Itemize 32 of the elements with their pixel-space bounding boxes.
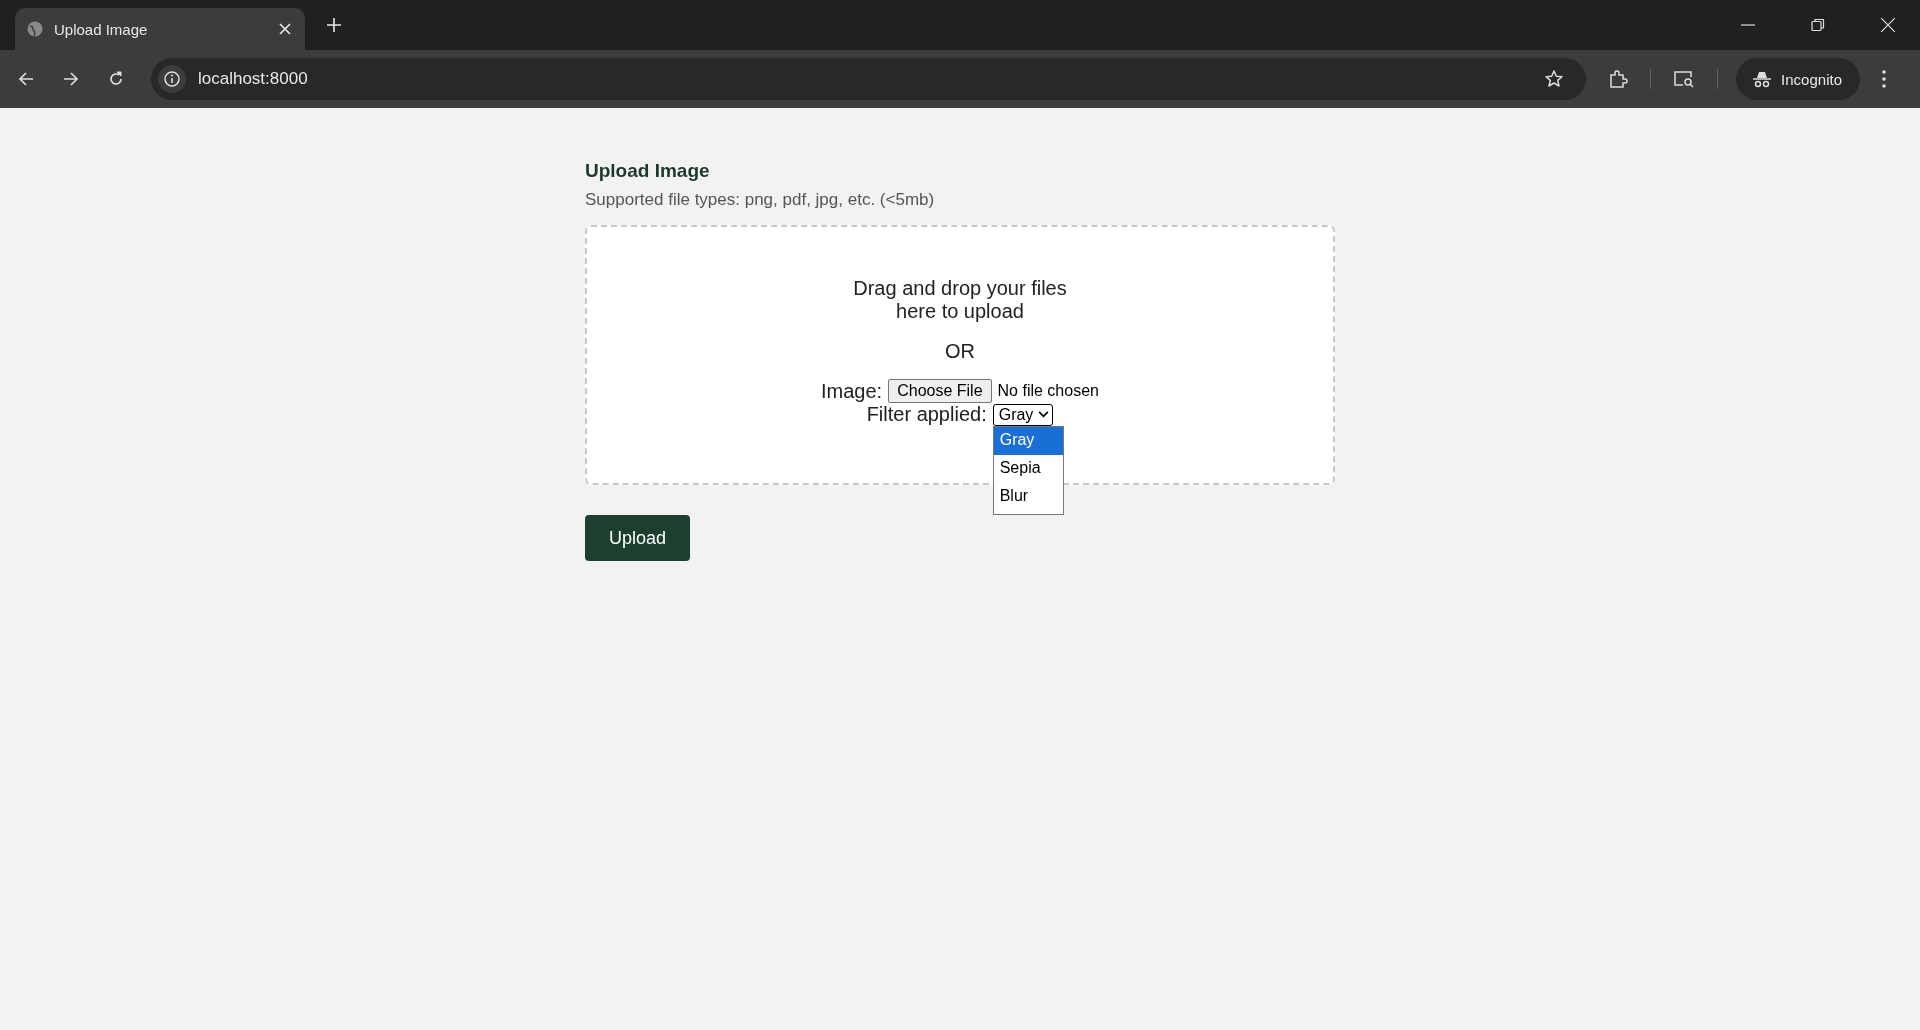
- browser-tab[interactable]: Upload Image: [15, 8, 305, 50]
- restore-icon[interactable]: [1811, 18, 1825, 32]
- filter-select[interactable]: Gray: [992, 403, 1054, 426]
- chevron-icon: [1038, 411, 1050, 418]
- puzzle-icon[interactable]: [1608, 69, 1629, 89]
- globe-icon: [27, 21, 43, 37]
- dropdown-option[interactable]: Blur: [993, 482, 1063, 511]
- menu-icon[interactable]: [1882, 70, 1886, 88]
- incognito-icon: [1752, 70, 1773, 88]
- new-tab-icon[interactable]: [327, 18, 341, 32]
- close-icon[interactable]: [279, 23, 291, 35]
- supported-types-text: Supported file types: png, pdf, jpg, etc. (<5mb): [585, 190, 936, 210]
- search-tab-icon[interactable]: [1673, 69, 1696, 89]
- info-icon[interactable]: [158, 65, 186, 93]
- close-icon[interactable]: [1881, 18, 1895, 32]
- reload-icon[interactable]: [108, 71, 124, 87]
- upload-button[interactable]: Upload: [585, 515, 690, 561]
- incognito-button[interactable]: Incognito: [1736, 58, 1860, 100]
- filter-label: Filter applied:: [866, 403, 987, 426]
- forward-icon[interactable]: [63, 71, 79, 87]
- or-text: OR: [945, 340, 975, 363]
- dropdown-option[interactable]: Sepia: [993, 454, 1063, 483]
- file-status-text: No file chosen: [997, 382, 1099, 400]
- drop-instructions: Drag and drop your files here to upload: [853, 277, 1067, 323]
- form-title: Upload Image: [585, 160, 711, 182]
- dropdown-option[interactable]: Gray: [993, 426, 1063, 455]
- image-label: Image:: [821, 379, 883, 403]
- star-icon[interactable]: [1544, 69, 1565, 89]
- tab-title: Upload Image: [54, 20, 149, 38]
- choose-file-button[interactable]: Choose File: [888, 379, 992, 403]
- back-icon[interactable]: [18, 71, 34, 87]
- address-bar[interactable]: localhost:8000: [151, 58, 1587, 100]
